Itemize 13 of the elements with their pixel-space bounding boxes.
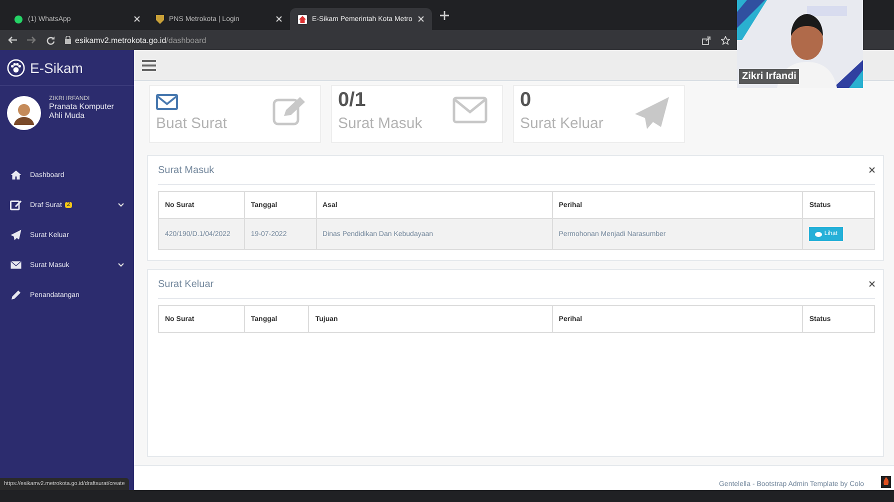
stat-value: 0/1 bbox=[338, 89, 366, 113]
stat-value: 0 bbox=[520, 89, 532, 113]
panel-title: Surat Keluar bbox=[158, 278, 214, 290]
panel-title: Surat Masuk bbox=[158, 164, 214, 176]
stat-label: Surat Masuk bbox=[338, 115, 422, 132]
stat-label: Buat Surat bbox=[156, 115, 227, 132]
address-field[interactable]: esikamv2.metrokota.go.id/dashboard bbox=[65, 36, 206, 44]
brand-name: E-Sikam bbox=[30, 60, 83, 76]
stat-card[interactable]: 0 Surat Keluar bbox=[513, 85, 685, 143]
stat-label: Surat Keluar bbox=[520, 115, 604, 132]
participant-name: Zikri Irfandi bbox=[739, 69, 800, 84]
user-role: Pranata Komputer Ahli Muda bbox=[49, 102, 115, 120]
stat-card[interactable]: 0/1 Surat Masuk bbox=[331, 85, 503, 143]
